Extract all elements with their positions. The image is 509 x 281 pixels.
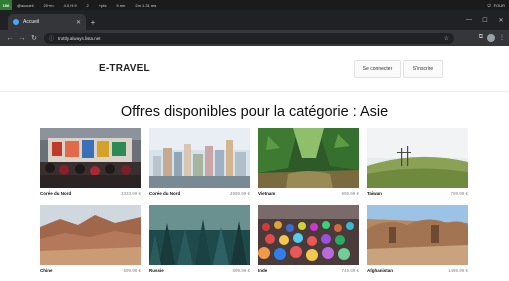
page-title: Offres disponibles pour la catégorie : A… bbox=[120, 104, 389, 120]
status-item: 2 bbox=[86, 2, 89, 8]
browser-toolbar: ← → ↻ ⓘ trottly.always.lista.net ☆ ⧉ ⋮ bbox=[0, 30, 509, 46]
web-page: E-TRAVEL Se connecter S'inscrire Offres … bbox=[0, 46, 509, 281]
offer-country: Corée du Nord bbox=[149, 191, 181, 196]
forward-icon[interactable]: → bbox=[16, 35, 28, 42]
offer-card[interactable]: Corée du Nord 3333.99 € bbox=[40, 128, 141, 198]
offer-card[interactable]: Chine 599.99 € bbox=[40, 205, 141, 275]
offer-price: 1499.99 € bbox=[447, 268, 468, 273]
reload-icon[interactable]: ↻ bbox=[28, 34, 40, 42]
screen: 106 @accueil 20+m 4.0 H:9 2 +pts 5 mn 2m… bbox=[0, 0, 509, 281]
offer-country: Chine bbox=[40, 268, 53, 273]
status-right-label: FOUR bbox=[493, 2, 505, 8]
browser-tab[interactable]: Accueil ✕ bbox=[8, 14, 86, 30]
toolbar-right: ⧉ ⋮ bbox=[479, 34, 505, 42]
offer-price: 3333.99 € bbox=[120, 191, 141, 196]
status-item: 20+m bbox=[43, 2, 54, 8]
tab-strip: Accueil ✕ + — ☐ ✕ bbox=[0, 10, 509, 30]
offer-country: Corée du Nord bbox=[40, 191, 72, 196]
offer-price: 599.99 € bbox=[123, 268, 141, 273]
extensions-icon[interactable]: ⧉ bbox=[479, 34, 483, 42]
offer-card[interactable]: Vietnam 999.99 € bbox=[258, 128, 359, 198]
offer-price: 999.99 € bbox=[341, 191, 359, 196]
site-logo[interactable]: E-TRAVEL bbox=[99, 63, 150, 74]
offer-country: Russie bbox=[149, 268, 164, 273]
offer-image[interactable] bbox=[40, 128, 141, 188]
address-bar[interactable]: ⓘ trottly.always.lista.net ☆ bbox=[44, 32, 454, 44]
offer-card[interactable]: Taiwan 799.99 € bbox=[367, 128, 468, 198]
profile-avatar[interactable] bbox=[487, 34, 495, 42]
offer-card[interactable]: Russie 899.99 € bbox=[149, 205, 250, 275]
close-tab-icon[interactable]: ✕ bbox=[76, 19, 81, 26]
new-tab-button[interactable]: + bbox=[86, 14, 100, 30]
url-text: trottly.always.lista.net bbox=[58, 35, 101, 41]
offer-price: 4999.99 € bbox=[229, 191, 250, 196]
offer-card[interactable]: Afghanistan 1499.99 € bbox=[367, 205, 468, 275]
status-item: 2m 1.31 ms bbox=[135, 2, 157, 8]
signup-button[interactable]: S'inscrire bbox=[403, 60, 443, 78]
menu-icon[interactable]: ⋮ bbox=[499, 34, 505, 42]
favicon-icon bbox=[13, 19, 19, 25]
offer-country: Vietnam bbox=[258, 191, 276, 196]
power-icon: ⏻ bbox=[487, 2, 491, 8]
offer-price: 799.99 € bbox=[450, 191, 468, 196]
offer-price: 749.99 € bbox=[341, 268, 359, 273]
site-info-icon[interactable]: ⓘ bbox=[49, 35, 54, 42]
offer-image[interactable] bbox=[40, 205, 141, 265]
status-right: ⏻ FOUR bbox=[487, 3, 509, 8]
offer-image[interactable] bbox=[258, 205, 359, 265]
close-window-icon[interactable]: ✕ bbox=[493, 17, 509, 24]
status-item: +pts bbox=[98, 2, 107, 8]
bookmark-star-icon[interactable]: ☆ bbox=[444, 35, 449, 42]
workspace-indicator[interactable]: 106 bbox=[0, 0, 12, 10]
offer-country: Taiwan bbox=[367, 191, 382, 196]
back-icon[interactable]: ← bbox=[4, 35, 16, 42]
offer-country: Inde bbox=[258, 268, 268, 273]
site-header: E-TRAVEL Se connecter S'inscrire bbox=[0, 46, 509, 92]
offer-image[interactable] bbox=[367, 205, 468, 265]
status-item: 4.0 H:9 bbox=[63, 2, 77, 8]
offer-country: Afghanistan bbox=[367, 268, 394, 273]
offer-image[interactable] bbox=[367, 128, 468, 188]
offer-price: 899.99 € bbox=[232, 268, 250, 273]
offer-image[interactable] bbox=[149, 128, 250, 188]
maximize-icon[interactable]: ☐ bbox=[477, 17, 493, 24]
offer-image[interactable] bbox=[149, 205, 250, 265]
minimize-icon[interactable]: — bbox=[461, 17, 477, 23]
offer-image[interactable] bbox=[258, 128, 359, 188]
window-controls: — ☐ ✕ bbox=[461, 10, 509, 30]
tab-title: Accueil bbox=[23, 19, 40, 25]
system-status-bar: 106 @accueil 20+m 4.0 H:9 2 +pts 5 mn 2m… bbox=[0, 0, 509, 10]
status-item: 5 mn bbox=[116, 2, 126, 8]
status-item: @accueil bbox=[17, 2, 34, 8]
login-button[interactable]: Se connecter bbox=[354, 60, 401, 78]
offer-card[interactable]: Inde 749.99 € bbox=[258, 205, 359, 275]
offer-card[interactable]: Corée du Nord 4999.99 € bbox=[149, 128, 250, 198]
